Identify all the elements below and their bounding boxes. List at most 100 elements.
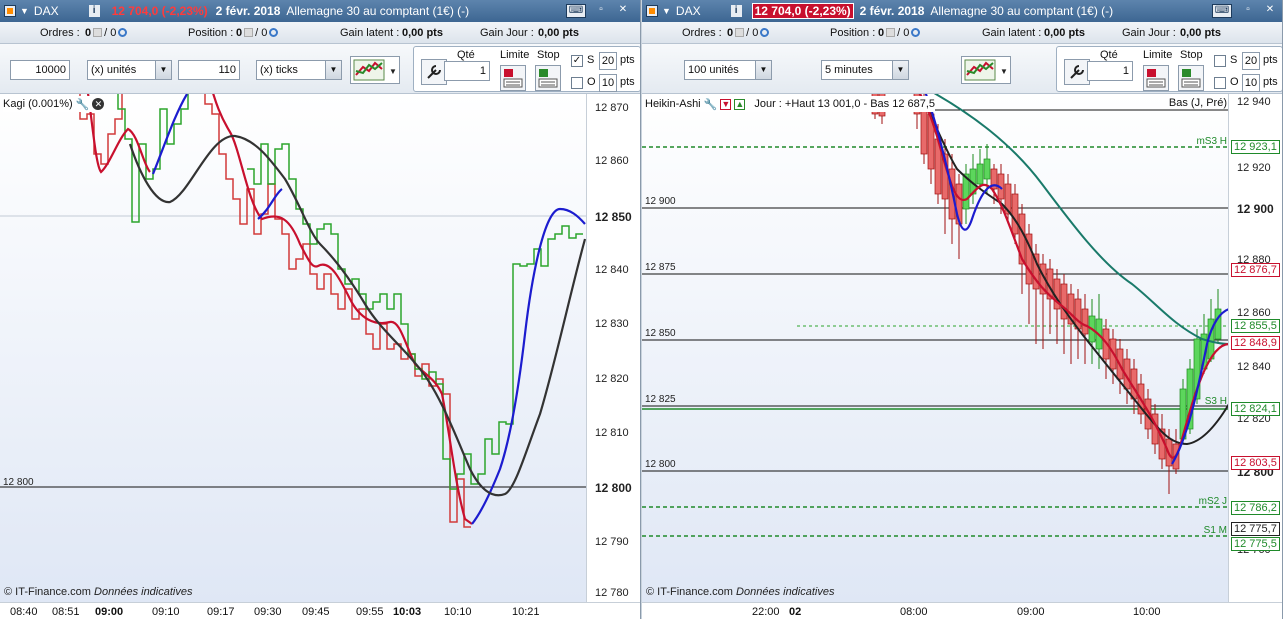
- heikin-ashi-chart[interactable]: 12 900 12 875 12 850 12 825 12 800 mS3 H S3 H…: [642, 88, 1230, 602]
- window-titlebar[interactable]: ▼ DAX i 12 704,0 (-2,23%) 2 févr. 2018 A…: [0, 0, 640, 22]
- price-level-tag: 12 775,7: [1231, 522, 1280, 536]
- time-tick-label: 22:00: [752, 606, 780, 618]
- candle-body: [983, 158, 991, 180]
- limit-order-button[interactable]: [1143, 65, 1169, 91]
- candle-body: [1081, 308, 1089, 335]
- units-select[interactable]: 100 unités ▼: [684, 60, 772, 80]
- keyboard-icon[interactable]: ⌨: [1212, 4, 1232, 18]
- price-level-tag: 12 775,5: [1231, 537, 1280, 551]
- s-value[interactable]: 20: [1242, 52, 1260, 70]
- price-tick-label: 12 850: [595, 210, 632, 224]
- units-input[interactable]: 10000: [10, 60, 70, 80]
- dropdown-arrow-icon[interactable]: ▼: [662, 6, 671, 16]
- wrench-icon[interactable]: 🔧: [704, 98, 718, 111]
- orders-total: / 0: [104, 27, 117, 39]
- chevron-down-icon[interactable]: ▼: [155, 61, 171, 79]
- indicator-legend[interactable]: Kagi (0.001%) 🔧 ✕: [3, 96, 105, 112]
- quantity-input[interactable]: 1: [1087, 61, 1133, 81]
- buy-icon[interactable]: ▲: [734, 98, 746, 110]
- o-value[interactable]: 10: [599, 74, 617, 92]
- close-button[interactable]: ✕: [613, 4, 633, 18]
- order-panel: Qté 1 Limite Stop S 20 pts O 10 pts: [1056, 46, 1282, 92]
- stop-order-button[interactable]: [535, 65, 561, 91]
- window-titlebar[interactable]: ▼ DAX i 12 704,0 (-2,23%) 2 févr. 2018 A…: [642, 0, 1282, 22]
- cancel-orders-icon[interactable]: [93, 28, 103, 37]
- orders-value: 0: [85, 27, 92, 39]
- time-tick-label: 08:40: [10, 606, 38, 618]
- chevron-down-icon[interactable]: ▼: [325, 61, 341, 79]
- interval-select[interactable]: 5 minutes ▼: [821, 60, 909, 80]
- legend-label: Kagi (0.001%): [3, 98, 73, 110]
- stop-checkbox[interactable]: ✓: [571, 55, 583, 67]
- position-settings-icon[interactable]: [269, 28, 279, 37]
- maximize-button[interactable]: ▫: [591, 4, 611, 18]
- orders-settings-icon[interactable]: [760, 28, 770, 37]
- level-line-label: 12 800: [3, 477, 34, 488]
- dropdown-arrow-icon[interactable]: ▼: [20, 6, 29, 16]
- close-position-icon[interactable]: [886, 28, 896, 37]
- close-position-icon[interactable]: [244, 28, 254, 37]
- chevron-down-icon[interactable]: ▼: [892, 61, 908, 79]
- position-value: 0: [236, 27, 243, 39]
- s-value[interactable]: 20: [599, 52, 617, 70]
- s-label: S: [587, 54, 595, 66]
- price-level-tag: 12 824,1: [1231, 402, 1280, 416]
- price-axis[interactable]: 12 940 12 920 12 900 12 880 12 860 12 840 12 8…: [1228, 94, 1282, 602]
- credit-note: Données indicatives: [94, 586, 193, 598]
- info-icon[interactable]: i: [730, 5, 742, 17]
- o-checkbox[interactable]: [1214, 77, 1226, 89]
- heikin-ashi-chart-svg: 12 900 12 875 12 850 12 825 12 800 mS3 H S3 H…: [642, 88, 1230, 602]
- time-tick-label: 10:21: [512, 606, 540, 618]
- keyboard-icon[interactable]: ⌨: [566, 4, 586, 18]
- time-tick-label: 10:00: [1133, 606, 1161, 618]
- wrench-icon[interactable]: 🔧: [76, 98, 90, 111]
- chart-type-button[interactable]: ▼: [350, 56, 400, 84]
- price-tick-label: 12 830: [595, 318, 629, 330]
- info-icon[interactable]: i: [88, 5, 100, 17]
- price-tick-label: 12 790: [595, 536, 629, 548]
- sell-icon[interactable]: ▼: [720, 98, 732, 110]
- indicator-legend[interactable]: Heikin-Ashi 🔧 ▼ ▲ Jour : +Haut 13 001,0 …: [645, 96, 936, 112]
- cancel-orders-icon[interactable]: [735, 28, 745, 37]
- maximize-button[interactable]: ▫: [1238, 4, 1258, 18]
- o-checkbox[interactable]: [571, 77, 583, 89]
- position-settings-icon[interactable]: [911, 28, 921, 37]
- day-gain-value: 0,00 pts: [538, 27, 579, 39]
- chart-type-button[interactable]: ▼: [961, 56, 1011, 84]
- candle-body: [1011, 193, 1019, 235]
- price-tick-label: 12 900: [1237, 202, 1274, 216]
- instrument-label: Allemagne 30 au comptant (1€) (-): [930, 4, 1114, 18]
- limit-label: Limite: [500, 49, 530, 61]
- time-tick-label: 09:17: [207, 606, 235, 618]
- kagi-chart[interactable]: Kagi (0.001%) 🔧 ✕ 12 800: [0, 73, 587, 602]
- price-tick-label: 12 870: [595, 102, 629, 114]
- stop-order-button[interactable]: [1178, 65, 1204, 91]
- symbol-label[interactable]: DAX: [34, 4, 59, 18]
- o-label: O: [1230, 76, 1239, 88]
- stop-checkbox[interactable]: [1214, 55, 1226, 67]
- o-value[interactable]: 10: [1242, 74, 1260, 92]
- day-gain-label: Gain Jour :: [480, 27, 534, 39]
- limit-order-button[interactable]: [500, 65, 526, 91]
- time-tick-label: 09:55: [356, 606, 384, 618]
- level-line-label: 12 900: [645, 196, 676, 207]
- date-label: 2 févr. 2018: [215, 4, 281, 18]
- credit-text: © IT-Finance.com: [646, 586, 733, 598]
- time-tick-label: 09:00: [95, 606, 124, 618]
- chevron-down-icon[interactable]: ▼: [755, 61, 771, 79]
- time-axis[interactable]: 22:00 02 08:00 09:00 10:00: [642, 602, 1282, 619]
- instrument-label: Allemagne 30 au comptant (1€) (-): [286, 4, 470, 18]
- close-button[interactable]: ✕: [1260, 4, 1280, 18]
- units-select[interactable]: (x) unités ▼: [87, 60, 172, 80]
- level-line-label: 12 850: [645, 328, 676, 339]
- price-tick-label: 12 920: [1237, 162, 1271, 174]
- orders-settings-icon[interactable]: [118, 28, 128, 37]
- price-axis[interactable]: 12 870 12 860 12 850 12 840 12 830 12 820 12 8…: [586, 94, 640, 602]
- ticks-select[interactable]: (x) ticks ▼: [256, 60, 342, 80]
- trading-toolbar: 10000 (x) unités ▼ 110 (x) ticks ▼ ▼ Qté 1…: [0, 44, 640, 94]
- quantity-input[interactable]: 1: [444, 61, 490, 81]
- ticks-input[interactable]: 110: [178, 60, 240, 80]
- time-axis[interactable]: 08:40 08:51 09:00 09:10 09:17 09:30 09:45 09:55…: [0, 602, 640, 619]
- close-indicator-icon[interactable]: ✕: [92, 98, 105, 110]
- symbol-label[interactable]: DAX: [676, 4, 701, 18]
